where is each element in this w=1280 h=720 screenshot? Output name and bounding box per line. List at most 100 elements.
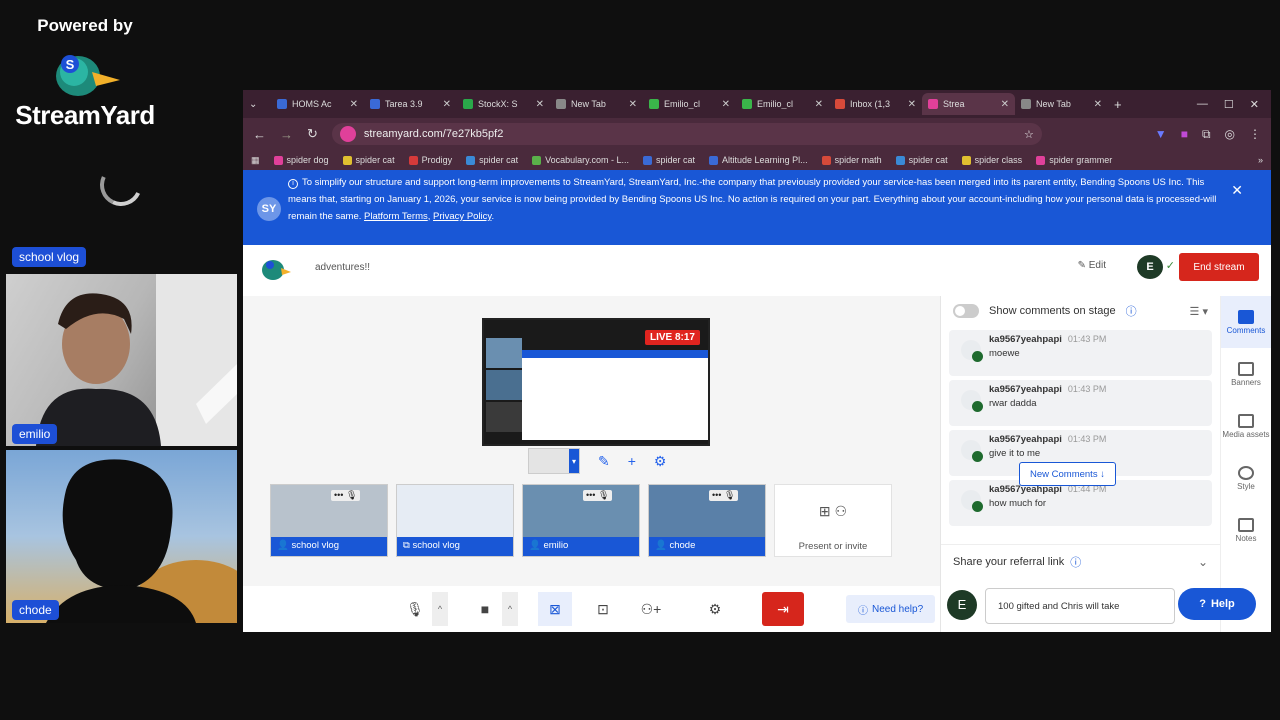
platform-terms-link[interactable]: Platform Terms <box>364 211 428 222</box>
plus-icon[interactable]: + <box>628 453 636 469</box>
bookmark-item[interactable]: spider dog <box>273 155 329 165</box>
help-button[interactable]: ? Help <box>1178 588 1256 620</box>
commenter-avatar <box>961 340 983 362</box>
tab-search-icon[interactable]: ⌄ <box>249 99 271 110</box>
chevron-up-icon[interactable]: ^ <box>432 592 448 626</box>
browser-tab[interactable]: HOMS Ac ✕ <box>271 93 364 115</box>
back-icon[interactable]: ← <box>253 127 266 142</box>
forward-icon[interactable]: → <box>280 127 293 142</box>
more-bookmarks-icon[interactable]: » <box>1258 155 1263 165</box>
bookmark-item[interactable]: spider cat <box>342 155 395 165</box>
banner-end: . <box>491 211 495 222</box>
pencil-icon[interactable]: ✎ <box>598 453 610 470</box>
browser-tab[interactable]: New Tab ✕ <box>1015 93 1108 115</box>
puzzle-icon[interactable]: ⧉ <box>1202 127 1211 142</box>
apps-grid-icon[interactable]: ▦ <box>251 155 260 166</box>
thumb-label: ⧉ school vlog <box>397 537 513 556</box>
browser-tab[interactable]: StockX: S ✕ <box>457 93 550 115</box>
browser-tab[interactable]: Tarea 3.9 ✕ <box>364 93 457 115</box>
present-or-invite-button[interactable]: ⊞ ⚇ Present or invite <box>774 484 892 557</box>
broadcast-title[interactable]: adventures!! <box>315 262 370 273</box>
bookmark-item[interactable]: spider math <box>821 155 882 165</box>
person-icon: 👤 <box>655 540 670 551</box>
menu-dots-icon[interactable]: ⋮ <box>1249 127 1261 142</box>
browser-tab-active[interactable]: Strea ✕ <box>922 93 1015 115</box>
new-tab-icon[interactable]: + <box>1114 97 1122 112</box>
mic-icon[interactable]: 🎙 <box>398 592 432 626</box>
nav-media-assets[interactable]: Media assets <box>1221 400 1271 452</box>
comment-item[interactable]: ka9567yeahpapi 01:43 PM moewe <box>949 330 1212 376</box>
url-field[interactable]: streamyard.com/7e27kb5pf2 ☆ <box>331 123 1042 145</box>
filter-icon[interactable]: ☰ ▾ <box>1190 305 1208 318</box>
maximize-icon[interactable]: ☐ <box>1224 98 1234 111</box>
nav-style[interactable]: Style <box>1221 452 1271 504</box>
extension-icon[interactable]: ▼ <box>1155 127 1167 142</box>
source-thumb[interactable]: ••• 🎙 👤 emilio <box>522 484 640 557</box>
layout-toggle-icon[interactable]: ⊠ <box>538 592 572 626</box>
browser-tab[interactable]: Emilio_cl ✕ <box>643 93 736 115</box>
site-info-icon[interactable] <box>339 126 356 142</box>
source-thumb[interactable]: ••• 🎙 👤 school vlog <box>270 484 388 557</box>
chevron-down-icon[interactable]: ⌄ <box>1198 555 1208 569</box>
close-tab-icon[interactable]: ✕ <box>722 99 730 110</box>
end-stream-button[interactable]: End stream <box>1179 253 1259 281</box>
source-thumb[interactable]: ••• 🎙 👤 chode <box>648 484 766 557</box>
privacy-policy-link[interactable]: Privacy Policy <box>433 211 491 222</box>
reload-icon[interactable]: ↻ <box>307 126 318 142</box>
help-circle-icon[interactable]: ⓘ <box>1070 554 1081 570</box>
extension-icon[interactable]: ■ <box>1181 127 1188 142</box>
invite-icon[interactable]: ⚇+ <box>634 592 668 626</box>
mic-icon[interactable]: ••• 🎙 <box>583 490 613 501</box>
browser-tab[interactable]: New Tab ✕ <box>550 93 643 115</box>
close-tab-icon[interactable]: ✕ <box>350 99 358 110</box>
person-layout-icon <box>529 449 569 473</box>
gear-icon[interactable]: ⚙ <box>654 453 667 470</box>
layout-selector[interactable]: ▾ <box>528 448 580 474</box>
close-tab-icon[interactable]: ✕ <box>815 99 823 110</box>
bookmark-item[interactable]: Altitude Learning Pl... <box>709 155 808 165</box>
bookmark-star-icon[interactable]: ☆ <box>1024 128 1034 141</box>
share-screen-icon[interactable]: ⊡ <box>586 592 620 626</box>
close-tab-icon[interactable]: ✕ <box>443 99 451 110</box>
comment-item[interactable]: ka9567yeahpapi 01:43 PM rwar dadda <box>949 380 1212 426</box>
bookmark-item[interactable]: Vocabulary.com - L... <box>532 155 629 165</box>
mic-icon[interactable]: ••• 🎙 <box>331 490 361 501</box>
user-avatar[interactable]: E <box>1137 255 1163 279</box>
close-tab-icon[interactable]: ✕ <box>1001 99 1009 110</box>
bookmark-item[interactable]: Prodigy <box>408 155 452 165</box>
close-banner-icon[interactable]: ✕ <box>1231 182 1243 199</box>
bookmark-item[interactable]: spider grammer <box>1036 155 1112 165</box>
edit-button[interactable]: ✎ Edit <box>1078 260 1106 271</box>
profile-icon[interactable]: ◎ <box>1225 127 1235 142</box>
leave-studio-button[interactable]: ⇥ <box>762 592 804 626</box>
help-circle-icon[interactable]: ⓘ <box>1126 303 1137 319</box>
referral-link-section[interactable]: Share your referral link ⓘ ⌄ <box>941 544 1220 578</box>
browser-tab[interactable]: Emilio_cl ✕ <box>736 93 829 115</box>
comment-item[interactable]: ka9567yeahpapi 01:44 PM how much for <box>949 480 1212 526</box>
close-tab-icon[interactable]: ✕ <box>629 99 637 110</box>
bookmark-item[interactable]: spider cat <box>466 155 518 165</box>
close-window-icon[interactable]: ✕ <box>1250 98 1259 111</box>
chevron-down-icon[interactable]: ▾ <box>569 449 579 473</box>
need-help-button[interactable]: ⓘ Need help? <box>846 595 936 623</box>
chat-message-input[interactable] <box>985 588 1175 624</box>
settings-gear-icon[interactable]: ⚙ <box>698 592 732 626</box>
minimize-icon[interactable]: — <box>1197 98 1208 111</box>
camera-icon[interactable]: ■ <box>468 592 502 626</box>
nav-banners[interactable]: Banners <box>1221 348 1271 400</box>
close-tab-icon[interactable]: ✕ <box>1094 99 1102 110</box>
mic-icon[interactable]: ••• 🎙 <box>709 490 739 501</box>
close-tab-icon[interactable]: ✕ <box>908 99 916 110</box>
bookmark-item[interactable]: spider cat <box>895 155 948 165</box>
bookmark-item[interactable]: spider cat <box>643 155 695 165</box>
nav-notes[interactable]: Notes <box>1221 504 1271 556</box>
close-tab-icon[interactable]: ✕ <box>536 99 544 110</box>
bookmark-item[interactable]: spider class <box>961 155 1022 165</box>
bookmark-icon <box>1036 155 1046 165</box>
show-comments-toggle[interactable] <box>953 304 979 318</box>
chevron-up-icon[interactable]: ^ <box>502 592 518 626</box>
nav-comments[interactable]: Comments <box>1221 296 1271 348</box>
source-thumb[interactable]: ⧉ school vlog <box>396 484 514 557</box>
browser-tab[interactable]: Inbox (1,3 ✕ <box>829 93 922 115</box>
new-comments-button[interactable]: New Comments ↓ <box>1019 462 1116 486</box>
